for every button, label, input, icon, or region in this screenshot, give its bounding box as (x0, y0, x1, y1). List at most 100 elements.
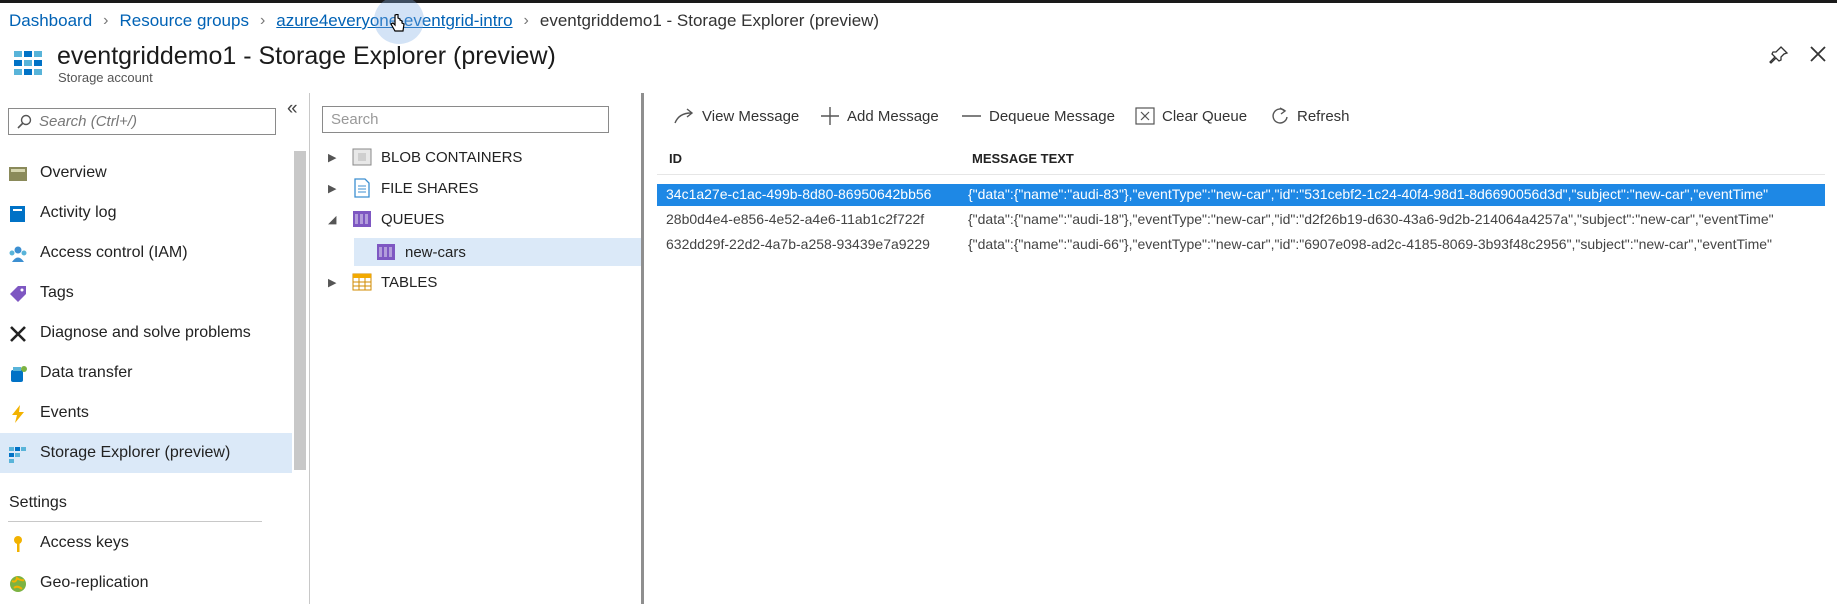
tree-node-label: new-cars (405, 243, 466, 261)
blob-container-icon (352, 148, 372, 166)
nav-item-tags[interactable]: Tags (0, 273, 292, 313)
table-row[interactable]: 632dd29f-22d2-4a7b-a258-93439e7a9229 {"d… (657, 234, 1825, 256)
key-icon (14, 536, 22, 552)
tree-node-label: QUEUES (381, 210, 445, 228)
nav-item-label: Access keys (40, 534, 129, 551)
window-top-edge (0, 0, 1837, 3)
nav-item-iam[interactable]: Access control (IAM) (0, 233, 292, 273)
nav-item-label: Diagnose and solve problems (40, 324, 251, 341)
panel-divider (309, 93, 310, 604)
minus-icon (962, 115, 981, 117)
nav-search-placeholder: Search (Ctrl+/) (39, 113, 137, 130)
chevron-right-icon: › (523, 12, 529, 29)
message-text-cell: {"data":{"name":"audi-83"},"eventType":"… (968, 186, 1769, 202)
nav-item-label: Data transfer (40, 364, 133, 381)
data-transfer-icon (11, 366, 27, 382)
header-divider (657, 174, 1825, 175)
storage-explorer-icon (12, 48, 44, 80)
tree-node-blob-containers[interactable]: ▶ BLOB CONTAINERS (328, 142, 522, 172)
tree-search-input[interactable]: Search (322, 106, 609, 133)
hand-cursor-icon (390, 14, 405, 32)
refresh-button[interactable]: Refresh (1270, 104, 1350, 128)
chevron-right-icon: › (103, 12, 109, 29)
view-message-icon (674, 108, 694, 124)
nav-search-input[interactable]: Search (Ctrl+/) (8, 108, 276, 135)
table-row[interactable]: 34c1a27e-c1ac-499b-8d80-86950642bb56 {"d… (657, 184, 1825, 206)
queue-icon (353, 211, 371, 227)
breadcrumb-dashboard[interactable]: Dashboard (9, 11, 92, 31)
refresh-label: Refresh (1297, 107, 1350, 125)
dequeue-message-button[interactable]: Dequeue Message (961, 104, 1115, 128)
globe-icon (10, 576, 26, 592)
expand-arrow-icon[interactable]: ▶ (328, 151, 342, 164)
nav-settings-list: Access keys Geo-replication (0, 523, 292, 603)
column-header-message-text[interactable]: MESSAGE TEXT (972, 151, 1074, 166)
nav-item-overview[interactable]: Overview (0, 153, 292, 193)
message-text-cell: {"data":{"name":"audi-66"},"eventType":"… (968, 236, 1773, 252)
nav-item-label: Geo-replication (40, 574, 149, 591)
message-text-cell: {"data":{"name":"audi-18"},"eventType":"… (968, 211, 1774, 227)
overview-icon (9, 167, 27, 181)
breadcrumb-resource-groups[interactable]: Resource groups (120, 11, 249, 31)
nav-item-label: Storage Explorer (preview) (40, 444, 231, 461)
clear-queue-button[interactable]: Clear Queue (1135, 104, 1247, 128)
nav-item-label: Events (40, 404, 89, 421)
collapse-arrow-icon[interactable]: ◢ (328, 213, 342, 226)
nav-item-label: Tags (40, 284, 74, 301)
message-id-cell: 632dd29f-22d2-4a7b-a258-93439e7a9229 (666, 236, 930, 252)
nav-item-events[interactable]: Events (0, 393, 292, 433)
close-icon[interactable] (1809, 45, 1827, 63)
nav-item-diagnose[interactable]: Diagnose and solve problems (0, 313, 292, 353)
tree-node-queues[interactable]: ◢ QUEUES (328, 204, 444, 234)
plus-icon (821, 107, 839, 125)
tree-node-label: BLOB CONTAINERS (381, 148, 523, 166)
nav-item-label: Access control (IAM) (40, 244, 188, 261)
nav-item-data-transfer[interactable]: Data transfer (0, 353, 292, 393)
breadcrumb: Dashboard › Resource groups › azure4ever… (9, 10, 879, 32)
page-subtitle: Storage account (58, 70, 153, 85)
nav-divider (8, 521, 262, 522)
nav-item-geo-replication[interactable]: Geo-replication (0, 563, 292, 603)
nav-item-storage-explorer[interactable]: Storage Explorer (preview) (0, 433, 292, 473)
panel-splitter[interactable] (641, 93, 644, 604)
expand-arrow-icon[interactable]: ▶ (328, 182, 342, 195)
tree-node-file-shares[interactable]: ▶ FILE SHARES (328, 173, 479, 203)
view-message-label: View Message (702, 107, 800, 125)
collapse-menu-icon[interactable]: « (287, 98, 298, 120)
nav-list: Overview Activity log Access control (IA… (0, 153, 292, 473)
tree-node-label: FILE SHARES (381, 179, 479, 197)
expand-arrow-icon[interactable]: ▶ (328, 276, 342, 289)
column-header-id[interactable]: ID (669, 151, 682, 166)
nav-section-settings: Settings (9, 494, 67, 511)
nav-item-label: Overview (40, 164, 107, 181)
storage-explorer-icon (9, 447, 26, 463)
search-icon (17, 114, 32, 129)
nav-item-access-keys[interactable]: Access keys (0, 523, 292, 563)
add-message-button[interactable]: Add Message (820, 104, 939, 128)
message-id-cell: 28b0d4e4-e856-4e52-a4e6-11ab1c2f722f (666, 211, 925, 227)
dequeue-message-label: Dequeue Message (989, 107, 1115, 125)
view-message-button[interactable]: View Message (673, 104, 799, 128)
queue-icon (377, 244, 395, 260)
add-message-label: Add Message (847, 107, 939, 125)
message-id-cell: 34c1a27e-c1ac-499b-8d80-86950642bb56 (666, 186, 932, 202)
refresh-icon (1272, 107, 1288, 124)
pin-icon[interactable] (1769, 45, 1789, 65)
tree-search-placeholder: Search (331, 111, 379, 128)
tag-icon (10, 286, 26, 302)
chevron-right-icon: › (259, 12, 266, 29)
lightning-icon (12, 405, 24, 423)
clear-queue-icon (1135, 107, 1155, 125)
tree-node-tables[interactable]: ▶ TABLES (328, 267, 437, 297)
breadcrumb-current: eventgriddemo1 - Storage Explorer (previ… (539, 11, 880, 30)
nav-item-activity-log[interactable]: Activity log (0, 193, 292, 233)
nav-scrollbar[interactable] (294, 151, 306, 470)
tree-node-new-cars[interactable]: new-cars (366, 237, 466, 267)
file-share-icon (354, 178, 370, 198)
activity-log-icon (10, 206, 25, 222)
nav-item-label: Activity log (40, 204, 117, 221)
tree-node-label: TABLES (381, 273, 438, 291)
iam-icon (9, 246, 27, 262)
table-icon (352, 273, 372, 291)
table-row[interactable]: 28b0d4e4-e856-4e52-a4e6-11ab1c2f722f {"d… (657, 209, 1825, 231)
